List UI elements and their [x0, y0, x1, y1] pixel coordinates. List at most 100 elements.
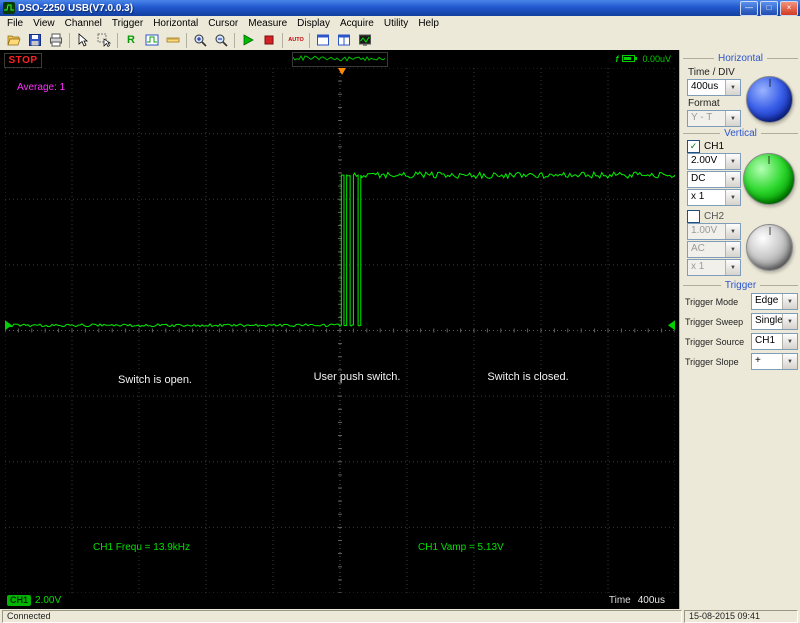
ch1-badge[interactable]: CH1	[7, 594, 32, 606]
window-single-icon	[317, 34, 329, 46]
scope-display[interactable]: Average: 1 Switch is open. User push swi…	[5, 68, 675, 593]
ch2-checkbox[interactable]	[687, 210, 700, 223]
ch2-volt-select[interactable]: 1.00V ▼	[687, 223, 741, 240]
status-datetime: 15-08-2015 09:41	[684, 609, 798, 623]
open-button[interactable]	[4, 31, 24, 50]
format-select[interactable]: Y - T ▼	[687, 110, 741, 127]
trigger-level-value: 0.00uV	[642, 53, 671, 64]
ch1-position-marker[interactable]	[5, 320, 12, 331]
maximize-button[interactable]: □	[760, 0, 778, 16]
ch1-probe-select[interactable]: x 1 ▼	[687, 189, 741, 206]
time-value: 400us	[637, 594, 665, 606]
annotation-switch-closed: Switch is closed.	[487, 371, 569, 383]
trigger-source-row: Trigger Source CH1 ▼	[683, 333, 798, 350]
menu-view[interactable]: View	[28, 18, 60, 29]
dropdown-arrow-icon: ▼	[782, 314, 797, 329]
horizontal-section-title: Horizontal	[683, 53, 798, 64]
trigger-sweep-select[interactable]: Single ▼	[751, 313, 798, 330]
trigger-title-text: Trigger	[724, 280, 757, 291]
zoom-in-button[interactable]	[190, 31, 210, 50]
ch2-row: CH2	[687, 210, 724, 223]
trigger-source-select[interactable]: CH1 ▼	[751, 333, 798, 350]
refresh-button[interactable]: R	[121, 31, 141, 50]
menu-file[interactable]: File	[2, 18, 28, 29]
ch2-probe-select[interactable]: x 1 ▼	[687, 259, 741, 276]
ch2-probe-value: x 1	[691, 261, 705, 272]
menu-trigger[interactable]: Trigger	[107, 18, 148, 29]
scope-graticule	[5, 68, 675, 593]
menu-horizontal[interactable]: Horizontal	[148, 18, 203, 29]
split-window-button[interactable]	[334, 31, 354, 50]
trigger-position-marker[interactable]	[338, 68, 346, 75]
zoom-out-icon	[215, 34, 228, 47]
cursor-icon	[78, 33, 89, 47]
menu-cursor[interactable]: Cursor	[203, 18, 243, 29]
ch2-volt-value: 1.00V	[691, 225, 718, 236]
minimize-button[interactable]: —	[740, 0, 758, 16]
ch1-vamp-readout: CH1 Vamp = 5.13V	[418, 542, 504, 553]
trigger-mode-value: Edge	[755, 295, 779, 306]
ch1-scale-readout: 2.00V	[35, 594, 62, 606]
trigger-level-marker[interactable]	[668, 320, 675, 331]
save-button[interactable]	[25, 31, 45, 50]
ch2-label: CH2	[704, 211, 725, 222]
status-connection: Connected	[2, 609, 682, 623]
format-value: Y - T	[691, 112, 713, 123]
ch1-position-knob[interactable]	[743, 153, 795, 205]
ch2-position-knob[interactable]	[746, 224, 793, 271]
annotation-switch-open: Switch is open.	[118, 374, 192, 386]
dropdown-arrow-icon: ▼	[725, 172, 740, 187]
menu-display[interactable]: Display	[292, 18, 335, 29]
ch1-row: ✓ CH1	[687, 140, 724, 153]
auto-setup-button[interactable]: AUTO	[286, 31, 306, 50]
print-button[interactable]	[46, 31, 66, 50]
window-buttons: — □ ×	[740, 0, 798, 16]
ch1-coupling-select[interactable]: DC ▼	[687, 171, 741, 188]
dropdown-arrow-icon: ▼	[782, 334, 797, 349]
dropdown-arrow-icon: ▼	[725, 242, 740, 257]
trigger-slope-row: Trigger Slope + ▼	[683, 353, 798, 370]
stop-icon	[264, 35, 274, 45]
horizontal-knob[interactable]	[746, 76, 793, 123]
time-div-select[interactable]: 400us ▼	[687, 79, 741, 96]
trigger-sweep-value: Single	[755, 315, 782, 326]
trigger-slope-select[interactable]: + ▼	[751, 353, 798, 370]
measure-button[interactable]	[142, 31, 162, 50]
record-preview-strip[interactable]	[292, 52, 388, 67]
ch1-volt-select[interactable]: 2.00V ▼	[687, 153, 741, 170]
display-mode-button[interactable]	[355, 31, 375, 50]
menu-measure[interactable]: Measure	[243, 18, 292, 29]
close-button[interactable]: ×	[780, 0, 798, 16]
menu-bar: File View Channel Trigger Horizontal Cur…	[0, 16, 800, 31]
measure-icon	[145, 34, 159, 46]
select-button[interactable]	[94, 31, 114, 50]
menu-help[interactable]: Help	[413, 18, 444, 29]
checkmark-icon: ✓	[689, 141, 698, 151]
ruler-icon	[166, 37, 180, 43]
menu-acquire[interactable]: Acquire	[335, 18, 379, 29]
horizontal-title-text: Horizontal	[717, 53, 764, 64]
single-window-button[interactable]	[313, 31, 333, 50]
menu-utility[interactable]: Utility	[379, 18, 413, 29]
ch1-checkbox[interactable]: ✓	[687, 140, 700, 153]
toolbar-separator	[186, 32, 187, 48]
display-mode-icon	[359, 34, 371, 46]
channel-status-bar: CH1 2.00V Time 400us	[5, 593, 675, 607]
cursor-button[interactable]	[73, 31, 93, 50]
frequency-icon: f	[615, 53, 619, 64]
ch2-coupling-select[interactable]: AC ▼	[687, 241, 741, 258]
title-bar: DSO-2250 USB(V7.0.0.3) — □ ×	[0, 0, 800, 16]
trigger-mode-select[interactable]: Edge ▼	[751, 293, 798, 310]
zoom-out-button[interactable]	[211, 31, 231, 50]
ruler-button[interactable]	[163, 31, 183, 50]
toolbar-separator	[282, 32, 283, 48]
preview-trace	[292, 54, 386, 62]
trigger-section-title: Trigger	[683, 280, 798, 291]
toolbar-separator	[117, 32, 118, 48]
toolbar: R AUTO	[0, 30, 800, 50]
start-button[interactable]	[238, 31, 258, 50]
annotation-user-push: User push switch.	[313, 371, 401, 383]
select-icon	[97, 33, 111, 47]
menu-channel[interactable]: Channel	[60, 18, 107, 29]
stop-button[interactable]	[259, 31, 279, 50]
